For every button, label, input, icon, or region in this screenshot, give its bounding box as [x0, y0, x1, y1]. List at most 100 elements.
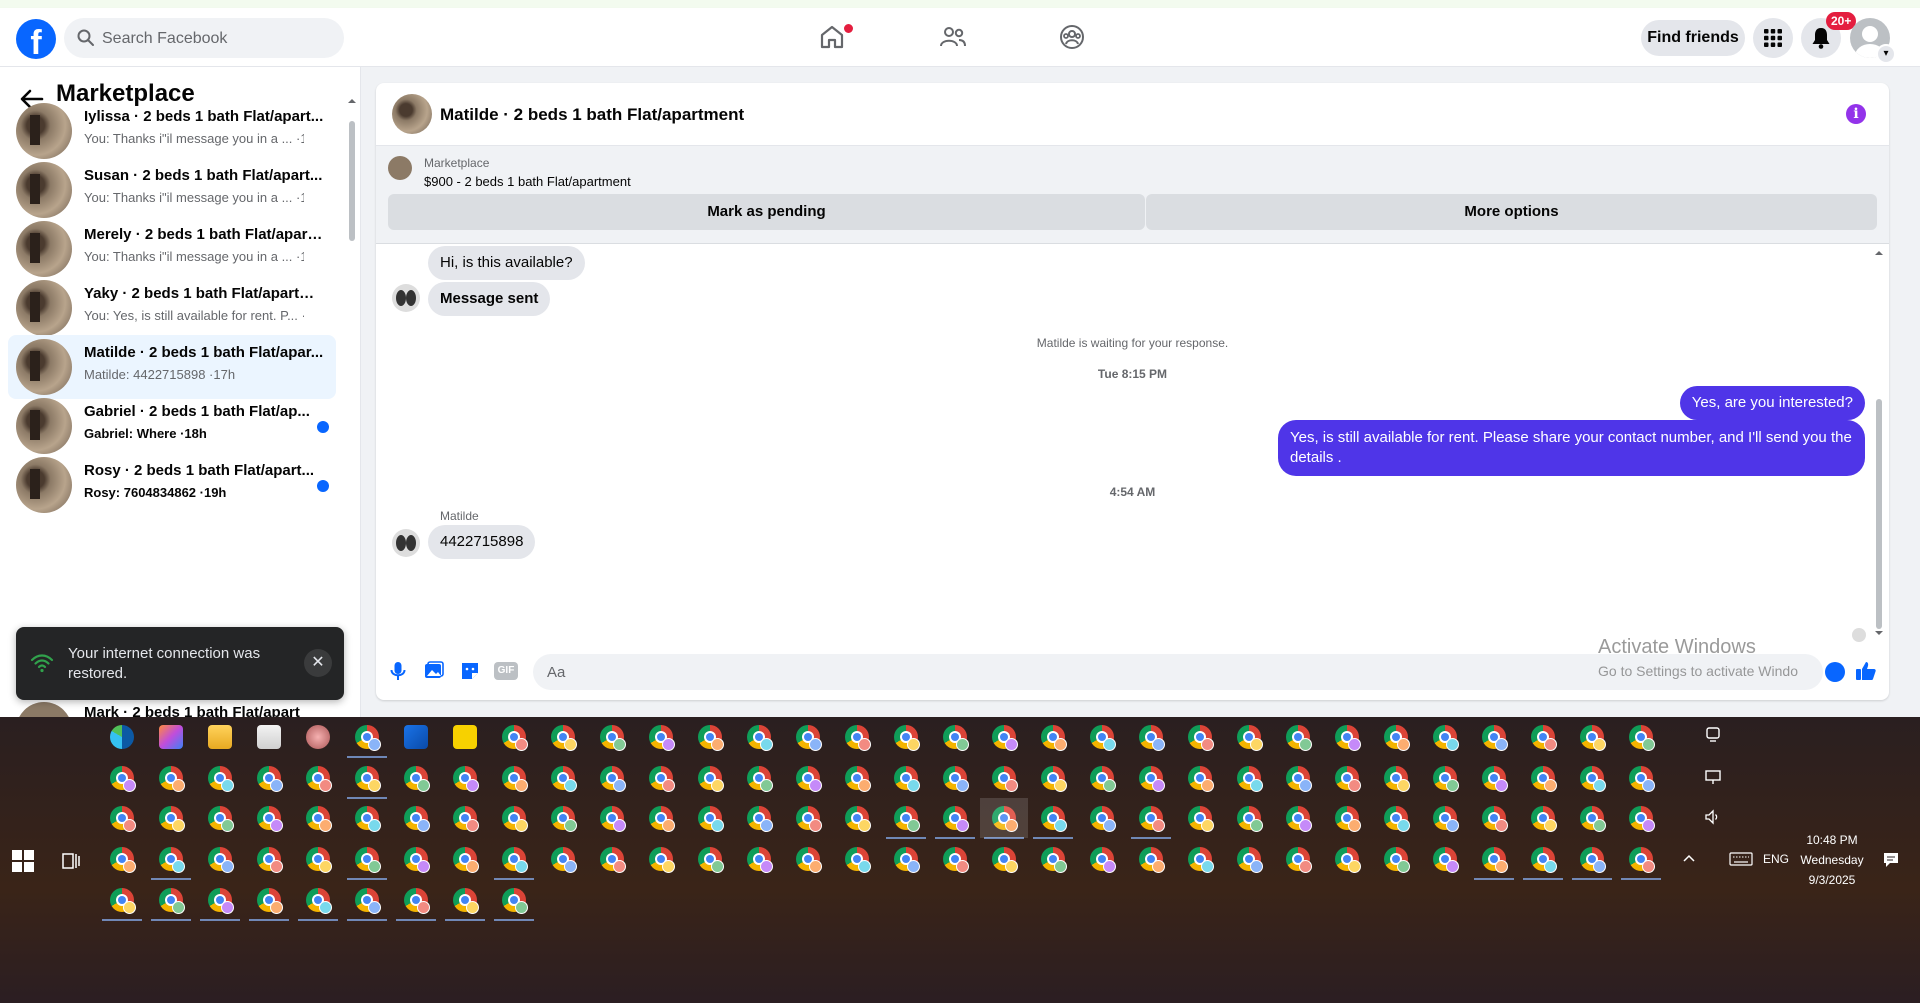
chrome-icon[interactable] [257, 806, 283, 832]
chrome-icon[interactable] [1237, 806, 1263, 832]
chrome-icon[interactable] [698, 725, 724, 751]
chrome-icon[interactable] [1188, 766, 1214, 792]
find-friends-button[interactable]: Find friends [1641, 20, 1745, 56]
chrome-icon[interactable] [1286, 725, 1312, 751]
chrome-icon[interactable] [1139, 725, 1165, 751]
conversation-item-partial[interactable]: Mark · 2 beds 1 bath Flat/apart [16, 700, 344, 717]
chrome-icon[interactable] [502, 725, 528, 751]
scrollbar-thumb[interactable] [1876, 399, 1882, 629]
conversation-item-active[interactable]: Matilde · 2 beds 1 bath Flat/apar... Mat… [8, 335, 336, 399]
chrome-icon[interactable] [355, 725, 381, 751]
chrome-icon[interactable] [845, 725, 871, 751]
chrome-icon[interactable] [159, 806, 185, 832]
chrome-icon[interactable] [1580, 766, 1606, 792]
chrome-icon[interactable] [845, 766, 871, 792]
chrome-icon[interactable] [1384, 766, 1410, 792]
chrome-icon[interactable] [1629, 725, 1655, 751]
menu-button[interactable] [1753, 18, 1793, 58]
like-icon[interactable] [1854, 659, 1878, 683]
chrome-icon[interactable] [1041, 725, 1067, 751]
chrome-icon[interactable] [355, 847, 381, 873]
chrome-icon[interactable] [1041, 806, 1067, 832]
chrome-icon[interactable] [1188, 725, 1214, 751]
system-clock[interactable]: 10:48 PM Wednesday 9/3/2025 [1794, 830, 1870, 890]
conversation-item[interactable]: Iylissa · 2 beds 1 bath Flat/apart... Yo… [8, 99, 336, 163]
outlook-icon[interactable] [404, 725, 428, 749]
chrome-icon[interactable] [1188, 847, 1214, 873]
microphone-icon[interactable] [386, 659, 410, 683]
keyboard-icon[interactable] [1729, 851, 1753, 867]
chrome-icon[interactable] [355, 888, 381, 914]
sticker-icon[interactable] [458, 659, 482, 683]
app-icon[interactable] [306, 725, 330, 749]
chrome-icon[interactable] [1237, 766, 1263, 792]
notification-center-icon[interactable] [1882, 851, 1900, 869]
chrome-icon[interactable] [943, 847, 969, 873]
chrome-icon[interactable] [600, 766, 626, 792]
chrome-icon[interactable] [257, 888, 283, 914]
chrome-icon[interactable] [1139, 847, 1165, 873]
chrome-icon[interactable] [1629, 847, 1655, 873]
chrome-icon[interactable] [992, 725, 1018, 751]
chevron-down-icon[interactable]: ▾ [1876, 44, 1896, 64]
chrome-icon[interactable] [551, 847, 577, 873]
chrome-icon[interactable] [1090, 806, 1116, 832]
chrome-icon[interactable] [1482, 766, 1508, 792]
chrome-icon[interactable] [698, 806, 724, 832]
chrome-icon[interactable] [1384, 847, 1410, 873]
chrome-icon[interactable] [698, 766, 724, 792]
listing-title[interactable]: $900 - 2 beds 1 bath Flat/apartment [424, 174, 631, 189]
chrome-icon[interactable] [1433, 725, 1459, 751]
chrome-icon[interactable] [208, 766, 234, 792]
chrome-icon[interactable] [1433, 766, 1459, 792]
chrome-icon[interactable] [355, 806, 381, 832]
chrome-icon[interactable] [992, 847, 1018, 873]
gif-icon[interactable]: GIF [494, 662, 518, 680]
chrome-icon[interactable] [649, 847, 675, 873]
chrome-icon[interactable] [502, 847, 528, 873]
chrome-icon[interactable] [404, 806, 430, 832]
emoji-icon[interactable] [1825, 662, 1845, 682]
photo-icon[interactable] [422, 659, 446, 683]
scroll-up-icon[interactable] [348, 97, 356, 105]
inbox-scrollbar[interactable] [348, 97, 356, 707]
chrome-icon[interactable] [551, 725, 577, 751]
chrome-icon[interactable] [1139, 766, 1165, 792]
scrollbar-thumb[interactable] [349, 121, 355, 241]
chrome-icon[interactable] [453, 806, 479, 832]
chrome-icon[interactable] [1531, 725, 1557, 751]
chrome-icon[interactable] [257, 847, 283, 873]
chrome-icon[interactable] [698, 847, 724, 873]
close-icon[interactable]: ✕ [304, 649, 332, 677]
chrome-icon[interactable] [747, 766, 773, 792]
conversation-item[interactable]: Merely · 2 beds 1 bath Flat/apart... You… [8, 217, 336, 281]
chrome-icon[interactable] [306, 806, 332, 832]
listing-thumbnail[interactable] [392, 94, 432, 134]
chrome-icon[interactable] [159, 847, 185, 873]
chrome-icon[interactable] [747, 847, 773, 873]
chrome-icon[interactable] [649, 766, 675, 792]
chrome-icon[interactable] [551, 806, 577, 832]
chrome-icon[interactable] [649, 806, 675, 832]
chrome-icon[interactable] [208, 806, 234, 832]
chat-scrollbar[interactable] [1874, 249, 1884, 639]
chrome-icon[interactable] [1482, 806, 1508, 832]
tray-app-icon[interactable] [1704, 725, 1722, 743]
chrome-icon[interactable] [1629, 806, 1655, 832]
chrome-icon[interactable] [600, 847, 626, 873]
chrome-icon[interactable] [894, 725, 920, 751]
chrome-icon[interactable] [1188, 806, 1214, 832]
chrome-icon[interactable] [159, 766, 185, 792]
chrome-icon[interactable] [1580, 847, 1606, 873]
chrome-icon[interactable] [845, 806, 871, 832]
copilot-icon[interactable] [159, 725, 183, 749]
chrome-icon[interactable] [943, 725, 969, 751]
tray-display-icon[interactable] [1704, 768, 1722, 786]
chrome-icon[interactable] [1433, 847, 1459, 873]
chrome-icon[interactable] [502, 806, 528, 832]
chrome-icon[interactable] [1090, 847, 1116, 873]
chrome-icon[interactable] [1041, 766, 1067, 792]
chrome-icon[interactable] [992, 766, 1018, 792]
scroll-up-icon[interactable] [1875, 249, 1883, 257]
chrome-icon[interactable] [1531, 806, 1557, 832]
